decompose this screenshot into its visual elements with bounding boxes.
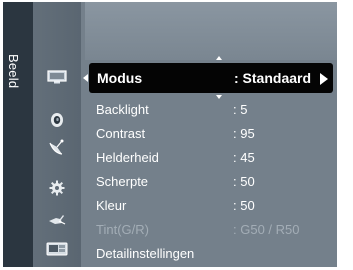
selected-row-label: Modus bbox=[97, 70, 143, 86]
screen-icon[interactable] bbox=[46, 68, 68, 86]
menu-title: Beeld bbox=[6, 54, 21, 89]
gear-icon[interactable] bbox=[46, 179, 68, 197]
menu-item-label: Tint(G/R) bbox=[96, 222, 149, 237]
menu-item-detailinstellingen[interactable]: Detailinstellingen bbox=[96, 246, 334, 266]
menu-item-backlight[interactable]: Backlight : 5 bbox=[96, 102, 334, 122]
down-arrow-icon[interactable] bbox=[216, 95, 222, 99]
up-arrow-icon[interactable] bbox=[216, 56, 222, 60]
menu-item-label: Kleur bbox=[96, 198, 127, 213]
header-band bbox=[85, 2, 337, 60]
menu-item-label: Helderheid bbox=[96, 150, 159, 165]
category-icon-column bbox=[33, 2, 81, 267]
menu-item-kleur[interactable]: Kleur : 50 bbox=[96, 198, 334, 218]
menu-item-value: : 50 bbox=[233, 198, 255, 213]
satellite-dish-icon[interactable] bbox=[46, 138, 68, 156]
menu-item-tint: Tint(G/R) : G50 / R50 bbox=[96, 222, 334, 242]
left-arrow-icon[interactable] bbox=[83, 74, 88, 82]
menu-item-value: : 50 bbox=[233, 174, 255, 189]
menu-item-label: Backlight bbox=[96, 102, 149, 117]
menu-item-label: Detailinstellingen bbox=[96, 246, 195, 261]
menu-title-strip: Beeld bbox=[3, 2, 33, 267]
selected-row-value: : Standaard bbox=[234, 70, 312, 86]
menu-item-scherpte[interactable]: Scherpte : 50 bbox=[96, 174, 334, 194]
menu-item-value: : 5 bbox=[233, 102, 248, 117]
menu-item-contrast[interactable]: Contrast : 95 bbox=[96, 126, 334, 146]
menu-item-value: : 45 bbox=[233, 150, 255, 165]
menu-item-value: : G50 / R50 bbox=[233, 222, 300, 237]
menu-item-helderheid[interactable]: Helderheid : 45 bbox=[96, 150, 334, 170]
application-icon[interactable] bbox=[46, 240, 68, 258]
menu-item-label: Scherpte bbox=[96, 174, 149, 189]
right-arrow-icon[interactable] bbox=[320, 73, 328, 85]
menu-item-label: Contrast bbox=[96, 126, 146, 141]
tv-osd-menu: Beeld Modus: Standaard Backlight: 5 Co… bbox=[3, 2, 337, 267]
selected-menu-row[interactable]: Modus : Standaard bbox=[89, 63, 333, 93]
menu-item-value: : 95 bbox=[233, 126, 255, 141]
sound-icon[interactable] bbox=[46, 111, 68, 129]
input-plug-icon[interactable] bbox=[46, 210, 68, 228]
